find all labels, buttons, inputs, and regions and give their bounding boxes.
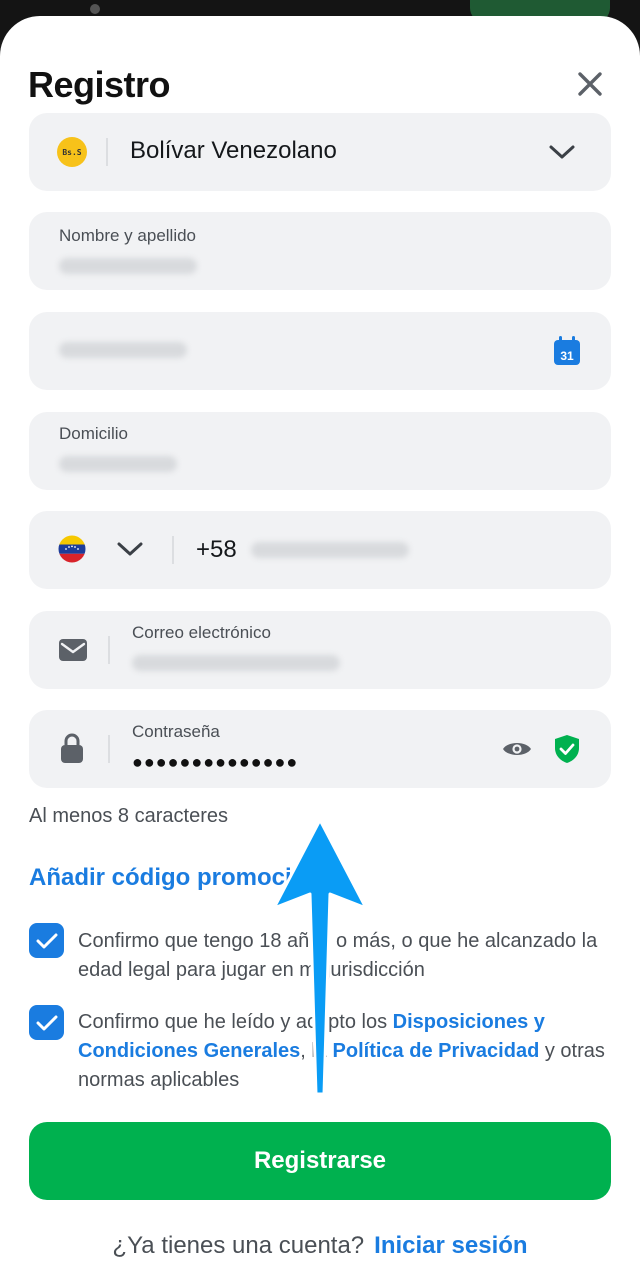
divider	[108, 735, 110, 763]
email-label: Correo electrónico	[132, 623, 271, 642]
status-dot	[90, 4, 100, 14]
login-prompt: ¿Ya tienes una cuenta? Iniciar sesión	[0, 1232, 640, 1260]
currency-value: Bolívar Venezolano	[130, 137, 337, 164]
calendar-day: 31	[560, 349, 574, 363]
lock-icon	[61, 733, 83, 763]
name-value-redacted	[59, 258, 197, 274]
currency-coin-icon: Bs.S	[57, 137, 87, 167]
address-field[interactable]: Domicilio	[29, 412, 611, 490]
chevron-down-icon	[549, 145, 575, 159]
phone-value-redacted	[251, 542, 409, 558]
login-link[interactable]: Iniciar sesión	[374, 1232, 527, 1259]
phone-field[interactable]: +58	[29, 511, 611, 589]
close-icon[interactable]	[572, 66, 608, 102]
login-question: ¿Ya tienes una cuenta?	[112, 1232, 365, 1259]
divider	[172, 536, 174, 564]
email-field[interactable]: Correo electrónico	[29, 611, 611, 689]
password-hint: Al menos 8 caracteres	[29, 805, 228, 827]
password-value: ●●●●●●●●●●●●●●	[132, 752, 299, 772]
envelope-icon	[59, 639, 87, 661]
name-field[interactable]: Nombre y apellido	[29, 212, 611, 290]
email-value-redacted	[132, 655, 340, 671]
address-value-redacted	[59, 456, 177, 472]
checkmark-icon	[36, 933, 57, 948]
password-field[interactable]: Contraseña ●●●●●●●●●●●●●●	[29, 710, 611, 788]
birthdate-field[interactable]: 31	[29, 312, 611, 390]
chevron-down-icon[interactable]	[115, 537, 145, 561]
eye-icon[interactable]	[502, 739, 532, 759]
divider	[106, 138, 108, 166]
shield-check-icon	[555, 735, 579, 763]
country-code: +58	[196, 536, 237, 563]
page-title: Registro	[28, 64, 171, 105]
checkmark-icon	[36, 1015, 57, 1030]
swipe-up-arrow-icon	[272, 818, 368, 1096]
venezuela-flag-icon[interactable]	[58, 535, 86, 563]
name-label: Nombre y apellido	[59, 226, 197, 245]
age-consent-checkbox[interactable]	[29, 923, 64, 958]
terms-consent-checkbox[interactable]	[29, 1005, 64, 1040]
birthdate-value-redacted	[59, 342, 187, 358]
password-label: Contraseña	[132, 722, 220, 741]
divider	[108, 636, 110, 664]
calendar-icon[interactable]: 31	[553, 336, 581, 366]
currency-select[interactable]: Bs.S Bolívar Venezolano	[29, 113, 611, 191]
register-button[interactable]: Registrarse	[29, 1122, 611, 1200]
address-label: Domicilio	[59, 424, 128, 443]
